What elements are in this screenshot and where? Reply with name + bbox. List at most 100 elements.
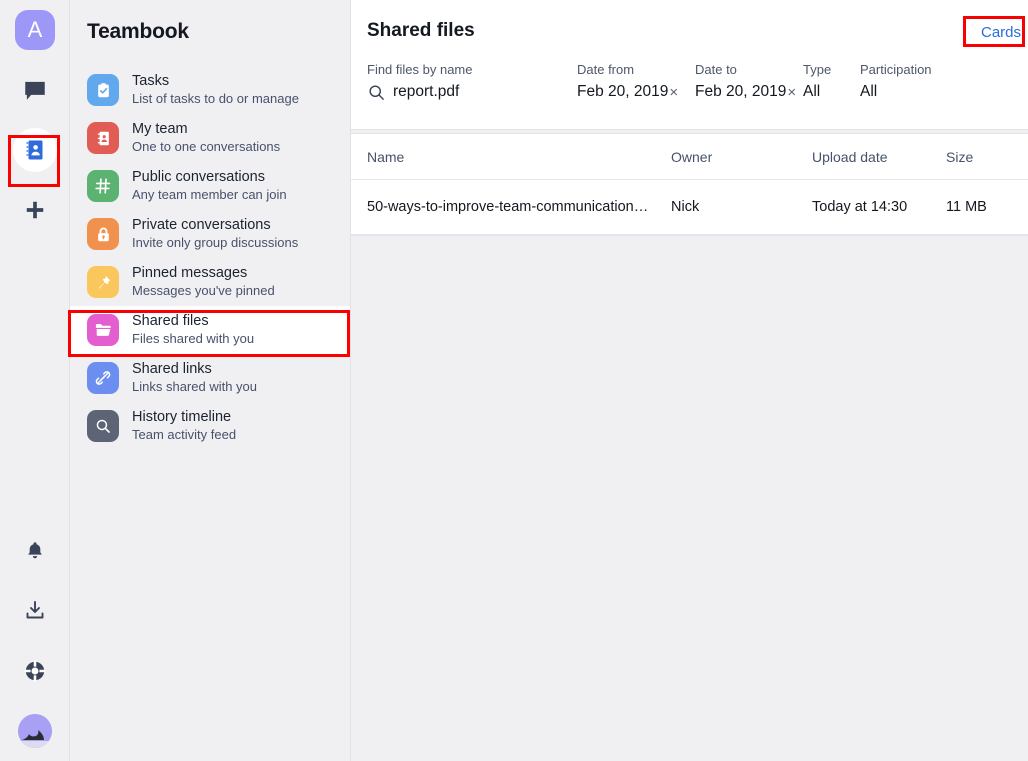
rail-item-user-avatar[interactable] xyxy=(0,701,70,761)
download-icon xyxy=(23,599,47,623)
avatar xyxy=(18,714,52,748)
column-header-owner[interactable]: Owner xyxy=(671,149,812,165)
participation-value[interactable]: All xyxy=(860,78,1000,106)
rail-item-support[interactable] xyxy=(0,641,70,701)
date-from-value: Feb 20, 2019 xyxy=(577,83,669,100)
pin-icon xyxy=(87,266,119,298)
filter-value-row[interactable]: Feb 20, 2019 × xyxy=(577,78,695,106)
sidebar-item-label: My team xyxy=(132,121,188,137)
date-to-value: Feb 20, 2019 xyxy=(695,83,787,100)
sidebar-item-history-timeline[interactable]: History timeline Team activity feed xyxy=(70,402,350,450)
main-header: Shared files Cards Find files by name re… xyxy=(351,0,1028,130)
link-icon xyxy=(87,362,119,394)
sidebar-item-label: Shared links xyxy=(132,361,212,377)
sidebar-item-label: History timeline xyxy=(132,409,232,425)
filter-value-row[interactable]: Feb 20, 2019 × xyxy=(695,78,803,106)
filter-label: Date from xyxy=(577,62,635,77)
sidebar-title: Teambook xyxy=(87,20,189,43)
lock-icon xyxy=(87,218,119,250)
cards-view-toggle[interactable]: Cards xyxy=(977,22,1025,43)
magnifier-icon xyxy=(87,410,119,442)
sidebar-item-label: Public conversations xyxy=(132,169,265,185)
sidebar-item-sub: Team activity feed xyxy=(132,427,237,442)
files-table: Name Owner Upload date Size 50-ways-to-i… xyxy=(351,133,1028,236)
sidebar-item-text: Shared links Links shared with you xyxy=(132,361,257,395)
filter-type[interactable]: Type All xyxy=(803,62,860,106)
folder-icon xyxy=(87,314,119,346)
search-icon xyxy=(367,83,389,102)
icon-rail-top: A xyxy=(0,0,70,240)
main-content: Shared files Cards Find files by name re… xyxy=(351,0,1028,761)
sidebar-nav-list: Tasks List of tasks to do or manage My t… xyxy=(70,66,350,450)
filter-find-files-by-name[interactable]: Find files by name report.pdf xyxy=(351,62,577,106)
sidebar-item-shared-files[interactable]: Shared files Files shared with you xyxy=(70,306,350,354)
filter-label: Type xyxy=(803,62,832,77)
sidebar: Teambook Tasks List of tasks to do or ma… xyxy=(70,0,351,761)
sidebar-item-sub: One to one conversations xyxy=(132,139,281,154)
sidebar-item-sub: Files shared with you xyxy=(132,331,255,346)
sidebar-item-shared-links[interactable]: Shared links Links shared with you xyxy=(70,354,350,402)
column-header-name[interactable]: Name xyxy=(367,149,671,165)
sidebar-item-sub: Invite only group discussions xyxy=(132,235,299,250)
clear-icon[interactable]: × xyxy=(787,85,796,100)
sidebar-item-tasks[interactable]: Tasks List of tasks to do or manage xyxy=(70,66,350,114)
sidebar-item-text: My team One to one conversations xyxy=(132,121,280,155)
filter-participation[interactable]: Participation All xyxy=(860,62,1000,106)
lifebuoy-icon xyxy=(23,659,47,683)
filter-label: Date to xyxy=(695,62,737,77)
contacts-active-background xyxy=(13,128,57,172)
cell-upload-date: Today at 14:30 xyxy=(812,198,908,215)
sidebar-item-label: Tasks xyxy=(132,73,170,89)
chat-icon xyxy=(22,77,48,103)
workspace-avatar-initial: A xyxy=(15,10,55,50)
filter-date-from[interactable]: Date from Feb 20, 2019 × xyxy=(577,62,695,106)
sidebar-item-sub: List of tasks to do or manage xyxy=(132,91,299,106)
rail-item-contacts[interactable] xyxy=(0,120,70,180)
rail-item-notifications[interactable] xyxy=(0,521,70,581)
address-book-icon xyxy=(87,122,119,154)
contacts-icon xyxy=(23,138,47,162)
sidebar-item-text: Tasks List of tasks to do or manage xyxy=(132,73,299,107)
sidebar-item-text: Private conversations Invite only group … xyxy=(132,217,298,251)
app-root: A Teambook Tasks List of tasks to do or … xyxy=(0,0,1028,761)
rail-item-add[interactable] xyxy=(0,180,70,240)
filter-bar: Find files by name report.pdf Date from xyxy=(351,62,1028,106)
clipboard-check-icon xyxy=(87,74,119,106)
add-icon xyxy=(24,199,46,221)
sidebar-item-pinned-messages[interactable]: Pinned messages Messages you've pinned xyxy=(70,258,350,306)
table-row[interactable]: 50-ways-to-improve-team-communication… N… xyxy=(351,180,1028,235)
sidebar-item-text: Pinned messages Messages you've pinned xyxy=(132,265,275,299)
search-input-value: report.pdf xyxy=(393,83,460,100)
sidebar-item-sub: Links shared with you xyxy=(132,379,258,394)
table-header-row: Name Owner Upload date Size xyxy=(351,134,1028,180)
sidebar-item-label: Private conversations xyxy=(132,217,271,233)
sidebar-item-label: Pinned messages xyxy=(132,265,248,281)
workspace-avatar[interactable]: A xyxy=(0,0,70,60)
filter-date-to[interactable]: Date to Feb 20, 2019 × xyxy=(695,62,803,106)
sidebar-item-sub: Messages you've pinned xyxy=(132,283,275,298)
sidebar-item-text: History timeline Team activity feed xyxy=(132,409,236,443)
sidebar-item-label: Shared files xyxy=(132,313,209,329)
rail-item-chats[interactable] xyxy=(0,60,70,120)
cell-owner: Nick xyxy=(671,198,700,215)
column-header-size[interactable]: Size xyxy=(946,149,990,165)
cell-size: 11 MB xyxy=(946,198,987,215)
filter-label: Participation xyxy=(860,62,932,77)
page-title: Shared files xyxy=(367,20,475,41)
bell-icon xyxy=(24,540,46,562)
cell-name: 50-ways-to-improve-team-communication… xyxy=(367,198,649,215)
column-header-upload-date[interactable]: Upload date xyxy=(812,149,946,165)
clear-icon[interactable]: × xyxy=(669,85,678,100)
rail-item-downloads[interactable] xyxy=(0,581,70,641)
icon-rail-bottom xyxy=(0,521,70,761)
sidebar-item-text: Public conversations Any team member can… xyxy=(132,169,287,203)
hash-icon xyxy=(87,170,119,202)
sidebar-item-my-team[interactable]: My team One to one conversations xyxy=(70,114,350,162)
filter-label: Find files by name xyxy=(367,62,473,77)
sidebar-item-text: Shared files Files shared with you xyxy=(132,313,254,347)
icon-rail: A xyxy=(0,0,70,761)
type-value[interactable]: All xyxy=(803,78,860,106)
sidebar-item-public-conversations[interactable]: Public conversations Any team member can… xyxy=(70,162,350,210)
sidebar-item-private-conversations[interactable]: Private conversations Invite only group … xyxy=(70,210,350,258)
search-input[interactable]: report.pdf xyxy=(367,78,577,106)
